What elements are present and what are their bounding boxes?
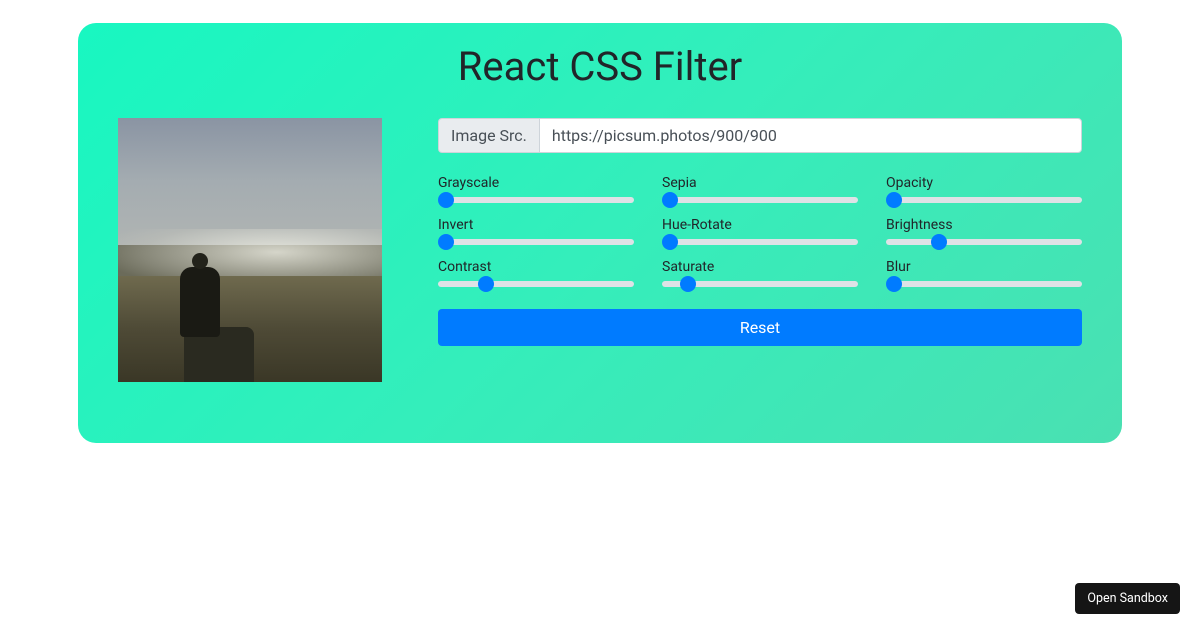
slider-input-saturate[interactable] bbox=[662, 281, 858, 287]
controls-panel: Image Src. Grayscale Sepia Opacity Inver… bbox=[438, 118, 1082, 346]
slider-invert: Invert bbox=[438, 217, 634, 245]
slider-label-invert: Invert bbox=[438, 217, 634, 233]
slider-input-hue-rotate[interactable] bbox=[662, 239, 858, 245]
image-preview bbox=[118, 118, 382, 382]
slider-label-blur: Blur bbox=[886, 259, 1082, 275]
slider-input-sepia[interactable] bbox=[662, 197, 858, 203]
open-sandbox-button[interactable]: Open Sandbox bbox=[1075, 583, 1180, 614]
slider-blur: Blur bbox=[886, 259, 1082, 287]
slider-brightness: Brightness bbox=[886, 217, 1082, 245]
slider-label-sepia: Sepia bbox=[662, 175, 858, 191]
slider-label-grayscale: Grayscale bbox=[438, 175, 634, 191]
content-row: Image Src. Grayscale Sepia Opacity Inver… bbox=[118, 118, 1082, 382]
slider-input-opacity[interactable] bbox=[886, 197, 1082, 203]
slider-input-contrast[interactable] bbox=[438, 281, 634, 287]
sliders-grid: Grayscale Sepia Opacity Invert Hue-Rotat… bbox=[438, 175, 1082, 287]
slider-contrast: Contrast bbox=[438, 259, 634, 287]
slider-grayscale: Grayscale bbox=[438, 175, 634, 203]
image-src-input[interactable] bbox=[539, 118, 1082, 153]
slider-sepia: Sepia bbox=[662, 175, 858, 203]
reset-button[interactable]: Reset bbox=[438, 309, 1082, 346]
slider-label-brightness: Brightness bbox=[886, 217, 1082, 233]
slider-input-blur[interactable] bbox=[886, 281, 1082, 287]
preview-image bbox=[118, 118, 382, 382]
page-title: React CSS Filter bbox=[118, 43, 1082, 90]
slider-label-saturate: Saturate bbox=[662, 259, 858, 275]
slider-saturate: Saturate bbox=[662, 259, 858, 287]
image-src-group: Image Src. bbox=[438, 118, 1082, 153]
slider-input-grayscale[interactable] bbox=[438, 197, 634, 203]
slider-label-contrast: Contrast bbox=[438, 259, 634, 275]
slider-input-brightness[interactable] bbox=[886, 239, 1082, 245]
slider-hue-rotate: Hue-Rotate bbox=[662, 217, 858, 245]
slider-opacity: Opacity bbox=[886, 175, 1082, 203]
slider-label-opacity: Opacity bbox=[886, 175, 1082, 191]
slider-input-invert[interactable] bbox=[438, 239, 634, 245]
slider-label-hue-rotate: Hue-Rotate bbox=[662, 217, 858, 233]
filter-card: React CSS Filter Image Src. Grayscale bbox=[78, 23, 1122, 443]
image-src-label: Image Src. bbox=[438, 118, 539, 153]
